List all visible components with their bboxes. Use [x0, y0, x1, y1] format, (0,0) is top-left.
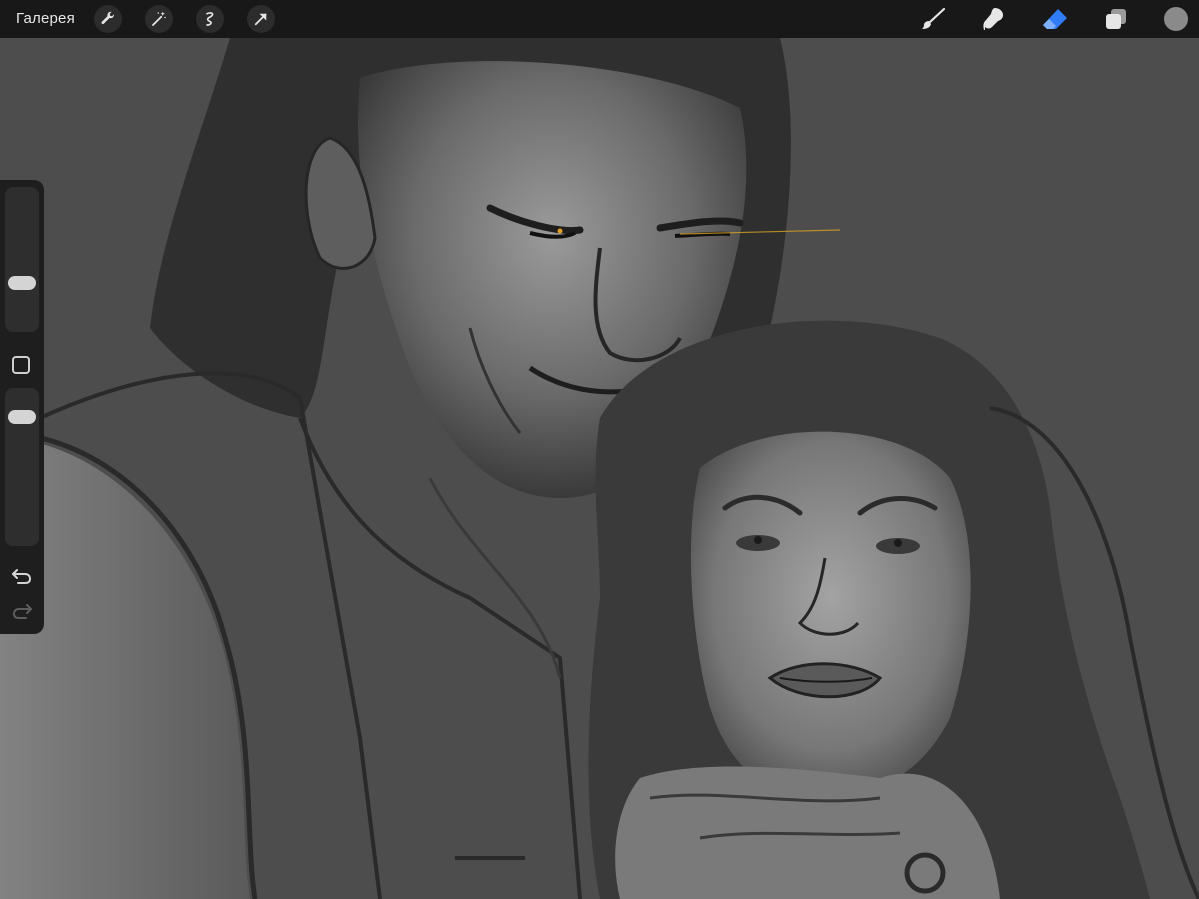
artwork-illustration	[0, 38, 1199, 899]
brush-icon	[922, 7, 946, 29]
magic-wand-icon	[152, 11, 166, 26]
brush-opacity-thumb[interactable]	[8, 409, 36, 424]
selection-button[interactable]	[196, 5, 224, 33]
transform-arrow-icon	[254, 13, 267, 26]
layers-icon	[1106, 9, 1126, 29]
redo-icon	[12, 604, 32, 619]
left-sidebar	[0, 180, 44, 634]
wrench-icon	[101, 11, 115, 25]
color-button[interactable]	[1164, 7, 1188, 31]
layers-button[interactable]	[1101, 5, 1131, 33]
brush-size-slider[interactable]	[5, 187, 39, 332]
eraser-icon	[1043, 9, 1067, 29]
modify-button[interactable]	[12, 356, 30, 374]
undo-button[interactable]	[10, 565, 34, 587]
eraser-tool-button[interactable]	[1040, 5, 1070, 33]
smudge-tool-button[interactable]	[978, 5, 1008, 33]
top-toolbar: Галерея	[0, 0, 1199, 38]
brush-size-thumb[interactable]	[8, 276, 36, 291]
actions-button[interactable]	[94, 5, 122, 33]
adjustments-button[interactable]	[145, 5, 173, 33]
redo-button[interactable]	[10, 600, 34, 622]
selection-icon	[206, 12, 214, 26]
brush-tool-button[interactable]	[918, 5, 948, 33]
drawing-canvas[interactable]	[0, 38, 1199, 899]
transform-button[interactable]	[247, 5, 275, 33]
gallery-button[interactable]: Галерея	[16, 10, 75, 27]
undo-icon	[12, 569, 32, 584]
smudge-icon	[983, 8, 1003, 30]
